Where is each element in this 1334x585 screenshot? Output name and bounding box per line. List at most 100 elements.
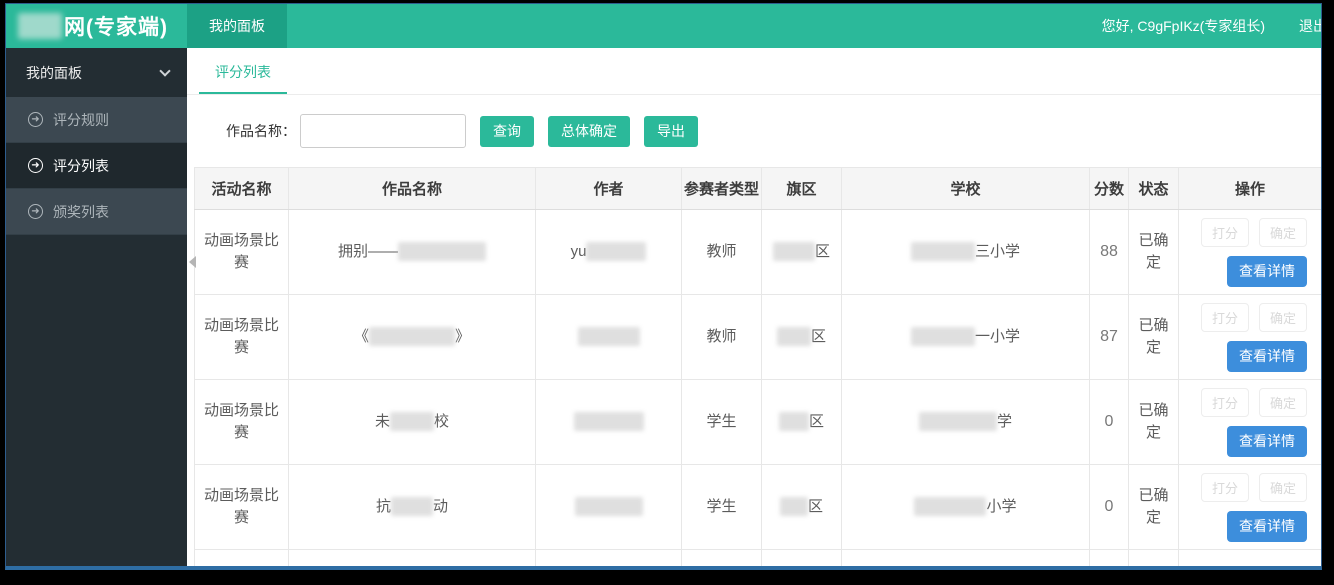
- redacted-text: [777, 327, 811, 346]
- cell-status: 已确定: [1129, 380, 1179, 465]
- column-header: 学校: [842, 168, 1090, 210]
- empty-cell: [1179, 550, 1322, 568]
- redacted-text: [575, 497, 643, 516]
- cell-district: 区: [762, 380, 842, 465]
- view-detail-button[interactable]: 查看详情: [1227, 256, 1307, 287]
- confirm-button[interactable]: 确定: [1259, 303, 1307, 332]
- cell-school: 三小学: [842, 210, 1090, 295]
- sidebar: 我的面板 ➜评分规则➜评分列表➜颁奖列表: [6, 48, 187, 570]
- score-table: 活动名称作品名称作者参赛者类型旗区学校分数状态操作 动画场景比赛 拥别—— yu 教师…: [194, 167, 1321, 568]
- cell-work-name: 未校: [289, 380, 536, 465]
- column-header: 参赛者类型: [682, 168, 762, 210]
- confirm-button[interactable]: 确定: [1259, 388, 1307, 417]
- sidebar-item-label: 评分列表: [53, 156, 109, 176]
- column-header: 旗区: [762, 168, 842, 210]
- logout-link[interactable]: 退出: [1299, 16, 1322, 36]
- cell-participant-type: 教师: [682, 210, 762, 295]
- cell-author: [536, 295, 682, 380]
- empty-cell: [1129, 550, 1179, 568]
- overall-confirm-button[interactable]: 总体确定: [548, 116, 630, 147]
- empty-cell: [195, 550, 289, 568]
- cell-participant-type: 学生: [682, 465, 762, 550]
- export-button[interactable]: 导出: [644, 116, 698, 147]
- cell-participant-type: 学生: [682, 380, 762, 465]
- chevron-down-icon: [159, 65, 170, 76]
- redacted-text: [574, 412, 644, 431]
- sidebar-item-评分规则[interactable]: ➜评分规则: [6, 97, 187, 143]
- main-content: 评分列表 作品名称： 查询 总体确定 导出 活动名称作品名称作者参赛者类型旗区学…: [187, 48, 1321, 570]
- cell-work-name: 抗动: [289, 465, 536, 550]
- mini-button-row: 打分确定: [1201, 218, 1307, 247]
- redacted-text: [391, 497, 433, 516]
- view-detail-button[interactable]: 查看详情: [1227, 426, 1307, 457]
- redacted-text: [914, 497, 986, 516]
- sidebar-panel-toggle[interactable]: 我的面板: [6, 48, 187, 97]
- query-button[interactable]: 查询: [480, 116, 534, 147]
- cell-text: 一小学: [975, 328, 1020, 345]
- confirm-button[interactable]: 确定: [1259, 218, 1307, 247]
- table-row-partial: [195, 550, 1322, 568]
- cell-author: [536, 465, 682, 550]
- view-detail-button[interactable]: 查看详情: [1227, 511, 1307, 542]
- work-name-input[interactable]: [300, 114, 466, 148]
- redacted-text: [578, 327, 640, 346]
- sidebar-item-颁奖列表[interactable]: ➜颁奖列表: [6, 189, 187, 235]
- cell-score: 88: [1090, 210, 1129, 295]
- score-button[interactable]: 打分: [1201, 303, 1249, 332]
- sidebar-item-评分列表[interactable]: ➜评分列表: [6, 143, 187, 189]
- sidebar-item-label: 评分规则: [53, 110, 109, 130]
- redacted-text: [911, 242, 975, 261]
- sidebar-collapse-handle[interactable]: [189, 256, 196, 268]
- redacted-text: [779, 412, 809, 431]
- cell-text: 区: [815, 243, 830, 260]
- cell-status: 已确定: [1129, 295, 1179, 380]
- work-name-label: 作品名称：: [226, 121, 296, 141]
- search-toolbar: 作品名称： 查询 总体确定 导出: [187, 95, 1321, 167]
- redacted-text: [911, 327, 975, 346]
- score-button[interactable]: 打分: [1201, 473, 1249, 502]
- cell-text: 校: [434, 413, 449, 430]
- column-header: 操作: [1179, 168, 1322, 210]
- cell-text: 拥别——: [338, 243, 398, 260]
- table-row: 动画场景比赛拥别——yu教师区三小学88已确定打分确定查看详情: [195, 210, 1322, 295]
- app-page: 网(专家端) 我的面板 您好, C9gFpIKz(专家组长) 退出 我的面板 ➜…: [5, 3, 1322, 570]
- cell-work-name: 《》: [289, 295, 536, 380]
- redacted-text: [773, 242, 815, 261]
- cell-text: 《: [354, 328, 369, 345]
- top-bar: 网(专家端) 我的面板 您好, C9gFpIKz(专家组长) 退出: [6, 4, 1321, 48]
- actions-group: 打分确定查看详情: [1185, 473, 1307, 542]
- app-logo-text: 网(专家端): [64, 11, 168, 41]
- cell-activity: 动画场景比赛: [195, 210, 289, 295]
- cell-status: 已确定: [1129, 465, 1179, 550]
- cell-text: 区: [811, 328, 826, 345]
- confirm-button[interactable]: 确定: [1259, 473, 1307, 502]
- mini-button-row: 打分确定: [1201, 303, 1307, 332]
- table-header-row: 活动名称作品名称作者参赛者类型旗区学校分数状态操作: [195, 168, 1322, 210]
- table-row: 动画场景比赛抗动学生区小学0已确定打分确定查看详情: [195, 465, 1322, 550]
- redacted-logo-image: [18, 13, 62, 39]
- empty-cell: [536, 550, 682, 568]
- redacted-text: [780, 497, 808, 516]
- column-header: 活动名称: [195, 168, 289, 210]
- score-button[interactable]: 打分: [1201, 388, 1249, 417]
- cell-work-name: 拥别——: [289, 210, 536, 295]
- cell-text: 抗: [376, 498, 391, 515]
- column-header: 分数: [1090, 168, 1129, 210]
- cell-participant-type: 教师: [682, 295, 762, 380]
- cell-school: 小学: [842, 465, 1090, 550]
- cell-text: yu: [571, 243, 587, 260]
- score-button[interactable]: 打分: [1201, 218, 1249, 247]
- cell-district: 区: [762, 465, 842, 550]
- cell-text: 小学: [986, 498, 1016, 515]
- empty-cell: [1090, 550, 1129, 568]
- cell-text: 三小学: [975, 243, 1020, 260]
- cell-district: 区: [762, 295, 842, 380]
- cell-text: 区: [809, 413, 824, 430]
- actions-group: 打分确定查看详情: [1185, 388, 1307, 457]
- topnav-tab-dashboard[interactable]: 我的面板: [187, 4, 287, 48]
- view-detail-button[interactable]: 查看详情: [1227, 341, 1307, 372]
- table-row: 动画场景比赛《》教师区一小学87已确定打分确定查看详情: [195, 295, 1322, 380]
- cell-text: 动: [433, 498, 448, 515]
- column-header: 状态: [1129, 168, 1179, 210]
- tab-score-list[interactable]: 评分列表: [215, 62, 271, 94]
